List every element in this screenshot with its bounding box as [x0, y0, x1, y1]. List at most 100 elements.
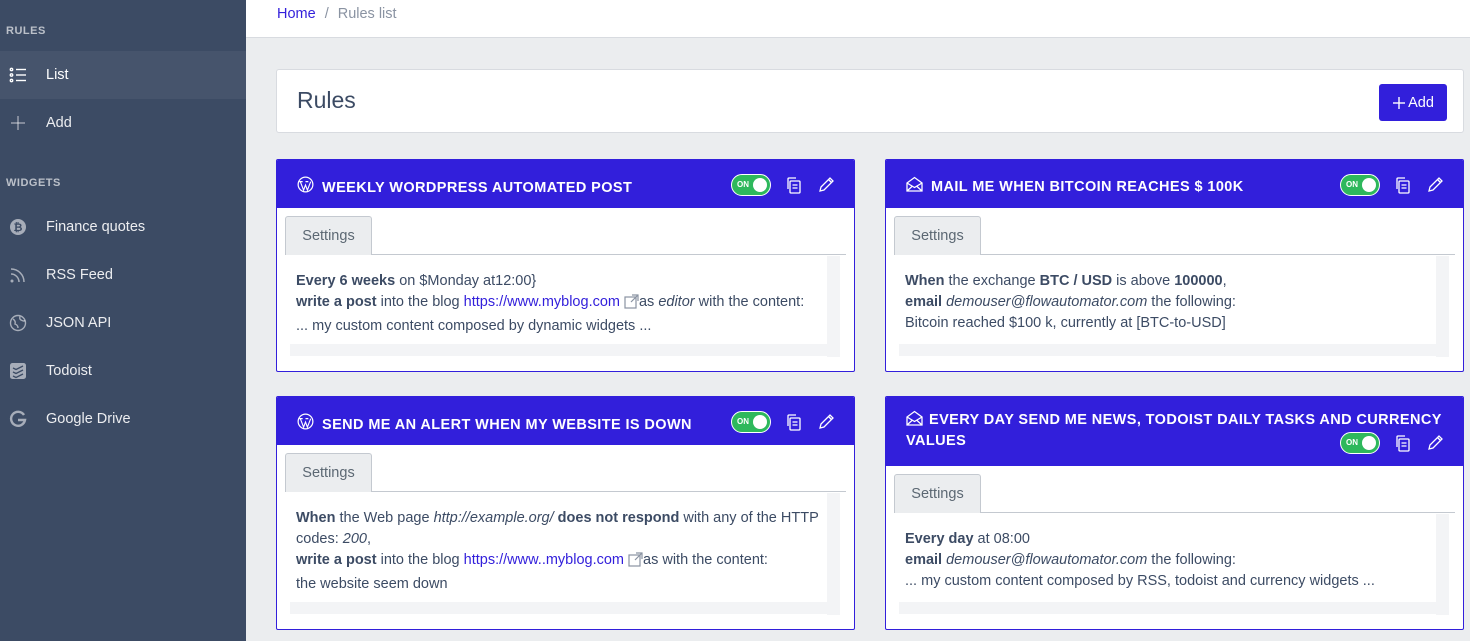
rule-line-text: the exchange	[944, 273, 1040, 289]
sidebar-item-finance-quotes[interactable]: ₿ Finance quotes	[0, 203, 246, 251]
sidebar: RULES List Add WIDGETS ₿ Finance quotes …	[0, 0, 246, 641]
rule-controls: ON	[731, 411, 835, 433]
sidebar-item-label: RSS Feed	[46, 267, 113, 283]
rule-controls: ON	[1340, 432, 1444, 454]
rule-line-strong: email	[905, 552, 943, 568]
tab-settings[interactable]: Settings	[285, 216, 372, 255]
rule-tabs: Settings	[285, 453, 846, 492]
rule-line-text: into the blog	[376, 294, 464, 310]
globe-icon	[0, 314, 46, 332]
toggle-knob	[1362, 436, 1376, 450]
add-rule-button-label: Add	[1408, 94, 1434, 111]
rule-description: When the exchange BTC / USD is above 100…	[899, 271, 1436, 334]
sidebar-section-title-rules: RULES	[6, 25, 46, 37]
rule-line-emphasis: demouser@flowautomator.com	[942, 294, 1148, 310]
sidebar-item-list[interactable]: List	[0, 51, 246, 99]
pencil-icon[interactable]	[1426, 434, 1444, 452]
toggle-knob	[1362, 178, 1376, 192]
sidebar-item-google-drive[interactable]: Google Drive	[0, 395, 246, 443]
rule-tabs: Settings	[285, 216, 846, 255]
rule-description: Every 6 weeks on $Monday at12:00} write …	[290, 271, 827, 337]
sidebar-item-label: JSON API	[46, 315, 112, 331]
sidebar-item-todoist[interactable]: Todoist	[0, 347, 246, 395]
rule-title: WEEKLY WORDPRESS AUTOMATED POST	[297, 176, 632, 200]
rule-enabled-toggle[interactable]: ON	[731, 411, 771, 433]
rule-line: the website seem down	[296, 576, 448, 592]
blog-link[interactable]: https://www..myblog.com	[464, 552, 624, 568]
rule-line-strong: When	[905, 273, 945, 289]
rule-line-text: the following:	[1147, 552, 1236, 568]
svg-text:₿: ₿	[14, 221, 23, 234]
external-link-icon[interactable]	[624, 294, 639, 316]
copy-icon[interactable]	[1394, 434, 1412, 452]
rule-line-strong: 100000	[1174, 273, 1223, 289]
rule-line: When the Web page http://example.org/ do…	[296, 508, 827, 550]
toggle-label: ON	[737, 180, 749, 189]
rule-description: When the Web page http://example.org/ do…	[290, 508, 827, 595]
blog-link[interactable]: https://www.myblog.com	[464, 294, 620, 310]
breadcrumb-current: Rules list	[337, 6, 397, 22]
breadcrumb-home-link[interactable]: Home	[277, 6, 316, 22]
rule-line-strong: When	[296, 510, 336, 526]
rule-card: MAIL ME WHEN BITCOIN REACHES $ 100K ON S…	[885, 159, 1464, 372]
rule-enabled-toggle[interactable]: ON	[1340, 174, 1380, 196]
breadcrumb-separator: /	[324, 6, 329, 22]
rule-tabs: Settings	[894, 474, 1455, 513]
rule-line-strong: write a post	[296, 552, 377, 568]
sidebar-item-add[interactable]: Add	[0, 99, 246, 147]
rule-card-header: SEND ME AN ALERT WHEN MY WEBSITE IS DOWN…	[277, 397, 854, 445]
copy-icon[interactable]	[1394, 176, 1412, 194]
rule-line: write a post into the blog https://www.m…	[296, 292, 827, 316]
rule-title-text: SEND ME AN ALERT WHEN MY WEBSITE IS DOWN	[322, 416, 692, 433]
rule-card-header: EVERY DAY SEND ME NEWS, TODOIST DAILY TA…	[886, 397, 1463, 466]
external-link-icon[interactable]	[628, 552, 643, 574]
page-title: Rules	[297, 87, 356, 113]
rule-card: WEEKLY WORDPRESS AUTOMATED POST ON Setti…	[276, 159, 855, 372]
rule-line-strong: Every day	[905, 531, 974, 547]
tab-settings[interactable]: Settings	[285, 453, 372, 492]
rule-card-header: WEEKLY WORDPRESS AUTOMATED POST ON	[277, 160, 854, 208]
pencil-icon[interactable]	[817, 176, 835, 194]
rule-line: Every 6 weeks on $Monday at12:00}	[296, 271, 827, 292]
copy-icon[interactable]	[785, 413, 803, 431]
rule-line-text: into the blog	[376, 552, 464, 568]
sidebar-item-label: Google Drive	[46, 411, 131, 427]
add-rule-button[interactable]: Add	[1379, 84, 1447, 121]
top-header: Home / Rules list	[246, 0, 1470, 38]
plus-icon	[0, 114, 46, 132]
sidebar-section-title-widgets: WIDGETS	[6, 177, 61, 189]
rule-line: write a post into the blog https://www..…	[296, 550, 827, 574]
sidebar-item-label: List	[46, 67, 69, 83]
google-icon	[0, 410, 46, 428]
rule-line-emphasis: demouser@flowautomator.com	[942, 552, 1148, 568]
plus-icon	[1393, 96, 1406, 109]
wordpress-icon	[297, 413, 314, 437]
tab-settings[interactable]: Settings	[894, 216, 981, 255]
rule-line-text: the Web page	[335, 510, 434, 526]
rule-line-emphasis: editor	[658, 294, 695, 310]
copy-icon[interactable]	[785, 176, 803, 194]
rule-card-header: MAIL ME WHEN BITCOIN REACHES $ 100K ON	[886, 160, 1463, 208]
toggle-label: ON	[1346, 180, 1358, 189]
sidebar-item-label: Todoist	[46, 363, 92, 379]
pencil-icon[interactable]	[817, 413, 835, 431]
tab-settings[interactable]: Settings	[894, 474, 981, 513]
rule-controls: ON	[731, 174, 835, 196]
rule-line: email demouser@flowautomator.com the fol…	[905, 550, 1436, 571]
breadcrumb: Home / Rules list	[277, 6, 397, 22]
rule-enabled-toggle[interactable]: ON	[731, 174, 771, 196]
rule-line-text: at 08:00	[973, 531, 1030, 547]
rule-line-strong: BTC / USD	[1039, 273, 1113, 289]
pencil-icon[interactable]	[1426, 176, 1444, 194]
rule-line: When the exchange BTC / USD is above 100…	[905, 271, 1436, 292]
rule-line-strong: write a post	[296, 294, 377, 310]
rule-card: SEND ME AN ALERT WHEN MY WEBSITE IS DOWN…	[276, 396, 855, 630]
rule-enabled-toggle[interactable]: ON	[1340, 432, 1380, 454]
toggle-label: ON	[1346, 438, 1358, 447]
sidebar-item-json-api[interactable]: JSON API	[0, 299, 246, 347]
rule-title-text: MAIL ME WHEN BITCOIN REACHES $ 100K	[931, 179, 1244, 195]
sidebar-item-rss-feed[interactable]: RSS Feed	[0, 251, 246, 299]
envelope-icon	[906, 410, 923, 426]
sidebar-item-label: Add	[46, 115, 72, 131]
rule-line-text: ,	[1222, 273, 1227, 289]
